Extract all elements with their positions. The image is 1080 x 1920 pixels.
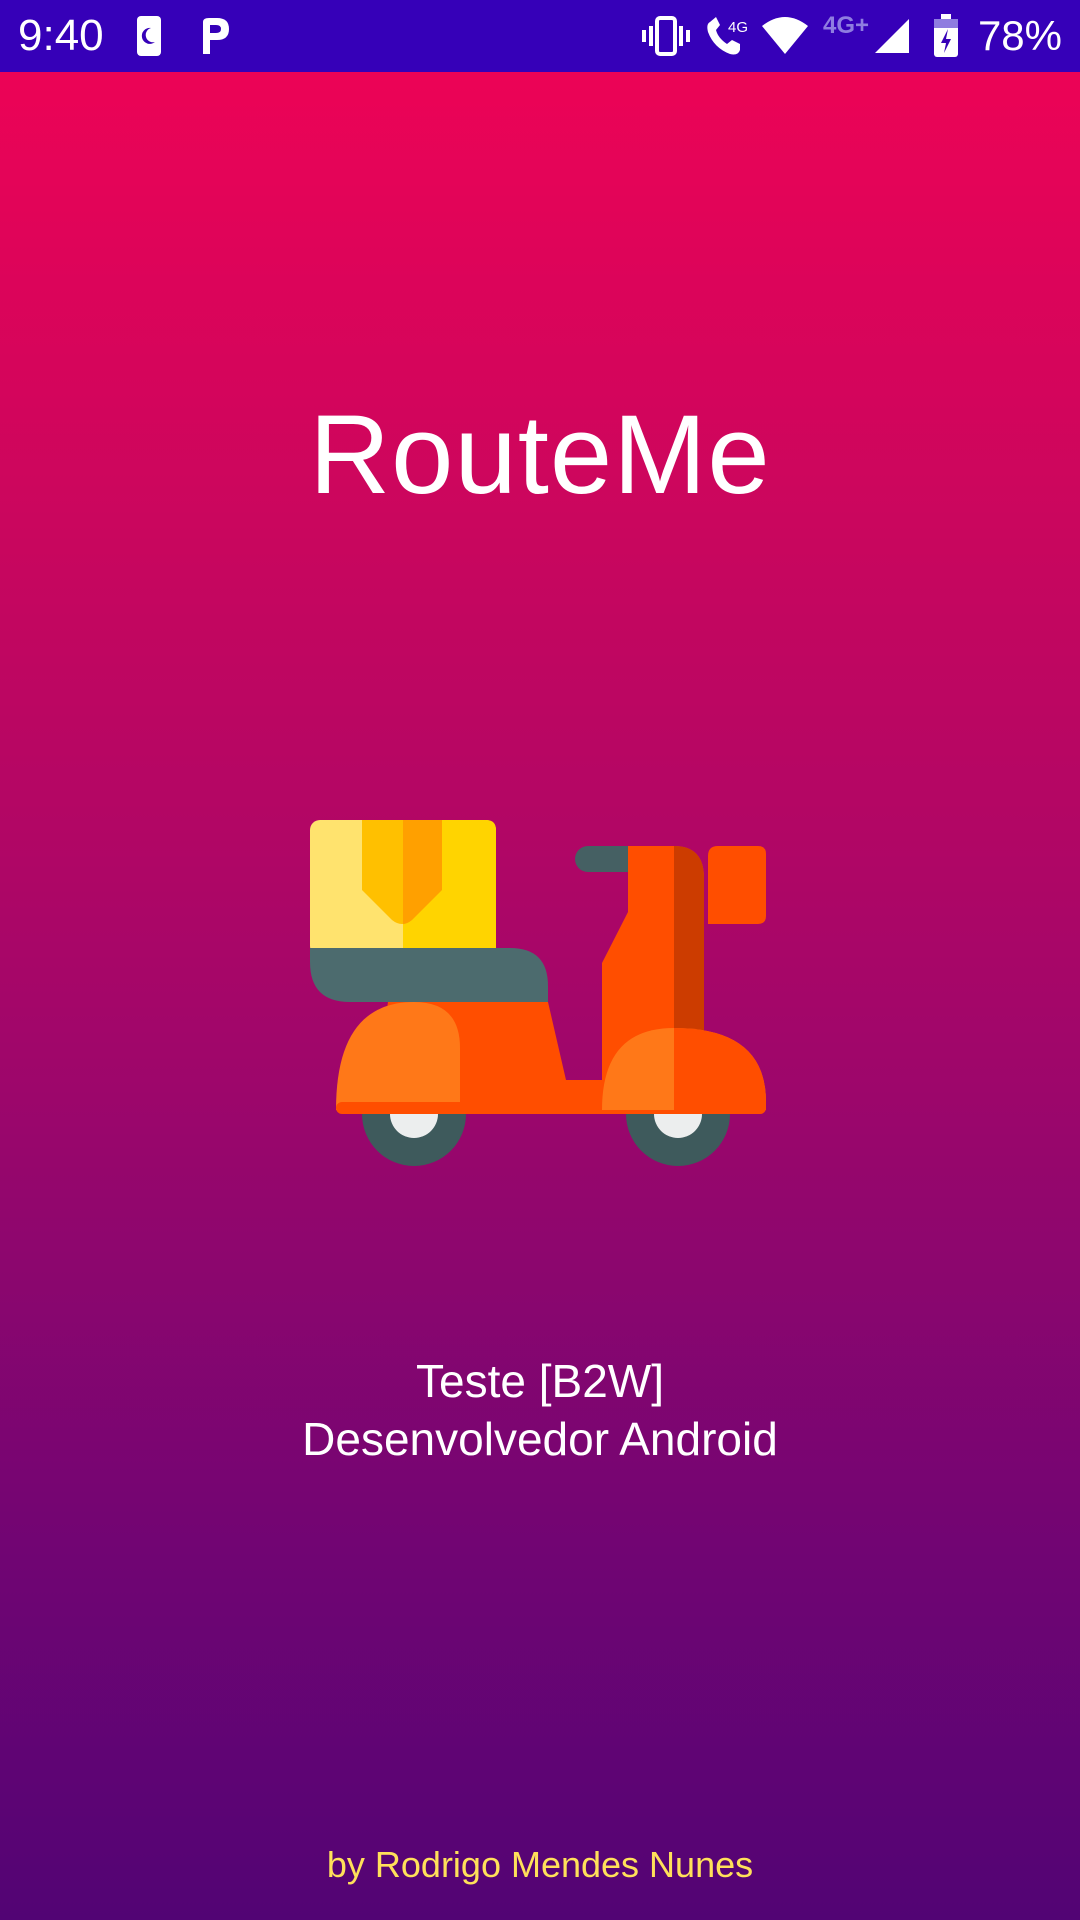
splash-screen: 9:40 4G 4G+ 78% RouteMe Teste [B2W] Dese… <box>0 0 1080 1920</box>
delivery-scooter-icon <box>310 820 766 1166</box>
network-type-label: 4G+ <box>822 12 870 39</box>
status-time: 9:40 <box>18 11 104 60</box>
svg-text:4G: 4G <box>728 19 748 36</box>
wifi-calling-icon: 4G <box>704 0 750 72</box>
app-title: RouteMe <box>309 392 771 517</box>
rear-fender <box>336 1002 460 1110</box>
seat <box>310 948 548 1002</box>
subtitle-line-1: Teste [B2W] <box>416 1355 664 1407</box>
vibrate-icon <box>640 0 692 72</box>
front-fender-shade <box>674 1028 766 1110</box>
battery-charging-icon <box>930 0 962 72</box>
subtitle-line-2: Desenvolvedor Android <box>302 1413 778 1465</box>
wifi-icon <box>760 0 810 72</box>
parking-p-icon <box>198 0 232 72</box>
author-credit: by Rodrigo Mendes Nunes <box>326 1844 754 1885</box>
calendar-moon-icon <box>134 0 164 72</box>
status-bar: 9:40 4G 4G+ 78% <box>0 0 1080 72</box>
battery-percent: 78% <box>977 12 1062 59</box>
headlight <box>708 846 766 924</box>
splash-content: RouteMe Teste [B2W] Desenvolvedor Androi… <box>0 72 1080 1920</box>
signal-icon <box>872 0 912 72</box>
